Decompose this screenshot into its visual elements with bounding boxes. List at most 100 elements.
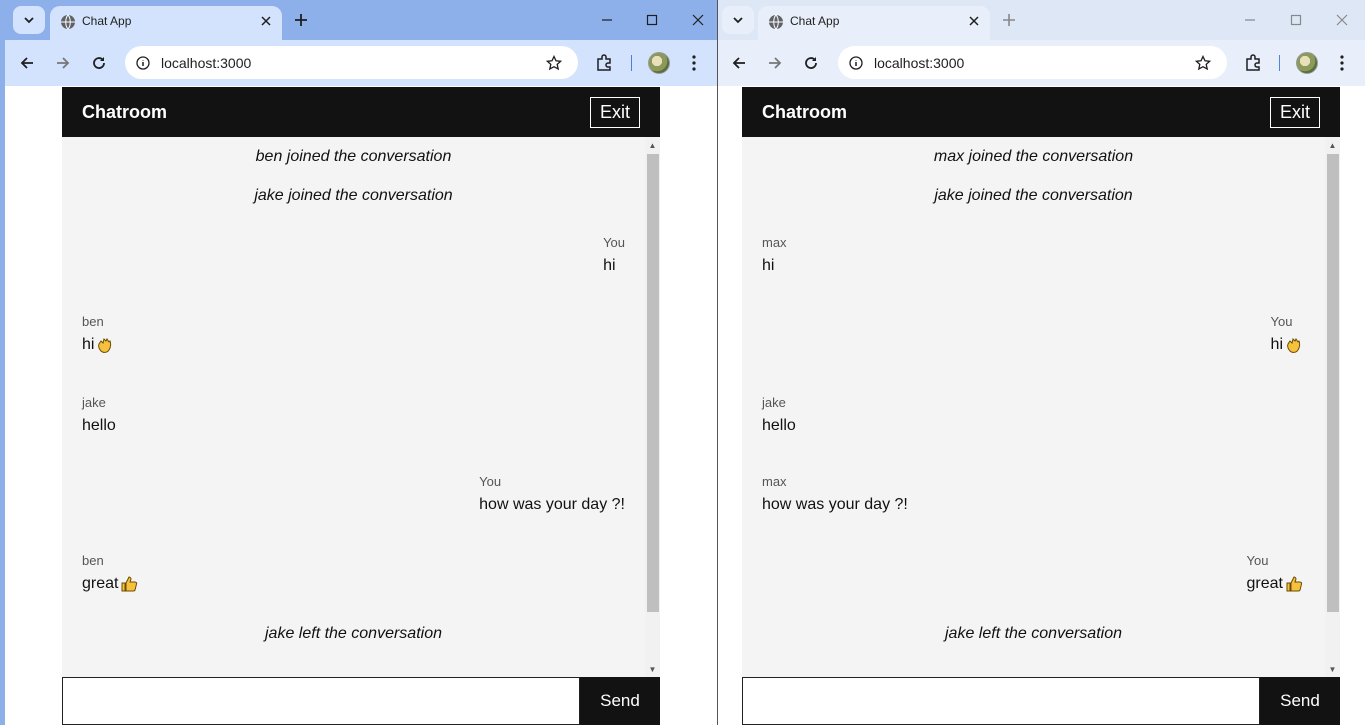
chat-message: jake hello [82,395,116,435]
maximize-button[interactable] [638,6,666,34]
message-text: how was your day ?! [762,496,908,514]
chat-message: ben hi [82,314,114,354]
maximize-icon [646,14,658,26]
scrollbar-thumb[interactable] [1327,154,1339,612]
system-message: max joined the conversation [933,148,1134,165]
message-text-content: great [1246,575,1283,592]
profile-avatar[interactable] [648,52,670,74]
globe-icon [769,14,783,30]
message-list[interactable]: max joined the conversation jake joined … [742,137,1325,677]
chat-message: You hi [1271,314,1303,354]
send-button[interactable]: Send [1260,677,1340,725]
message-text-content: hello [82,417,116,434]
tab-close-button[interactable] [964,11,984,31]
message-text: hello [82,417,116,435]
message-text: how was your day ?! [479,496,625,514]
tab-title: Chat App [790,14,840,28]
message-composer: Send [62,677,660,725]
browser-toolbar: localhost:3000 [5,40,717,86]
message-input[interactable] [62,677,580,725]
message-text: hi [1271,336,1303,354]
tab-title: Chat App [82,14,132,28]
plus-icon [1003,14,1015,26]
extensions-button[interactable] [1239,49,1267,77]
message-text: great [82,575,138,593]
back-button[interactable] [724,48,754,78]
puzzle-icon [597,54,611,71]
message-text: great [1247,575,1303,593]
url-text: localhost:3000 [161,55,252,71]
message-text: hi [82,336,114,354]
globe-icon [61,14,75,30]
reload-button[interactable] [84,48,114,78]
message-text: hi [762,257,787,275]
maximize-icon [1290,14,1302,26]
message-text-content: hi [82,336,95,353]
send-button[interactable]: Send [580,677,660,725]
message-input[interactable] [742,677,1260,725]
address-bar[interactable]: localhost:3000 [125,46,578,79]
scroll-up-arrow-icon[interactable]: ▲ [648,141,657,151]
message-text-content: how was your day ?! [762,496,908,513]
address-bar[interactable]: localhost:3000 [838,46,1227,79]
close-window-button[interactable] [684,6,712,34]
chat-app: Chatroom Exit max joined the conversatio… [742,87,1340,725]
message-text-content: how was your day ?! [479,496,625,513]
toolbar-separator [1279,55,1280,71]
tab-chat-app[interactable]: Chat App [50,6,282,40]
close-icon [261,16,271,26]
site-info-icon[interactable] [846,53,866,73]
maximize-button[interactable] [1282,6,1310,34]
profile-avatar[interactable] [1296,52,1318,74]
chat-message: You hi [603,235,625,275]
message-list[interactable]: ben joined the conversation jake joined … [62,137,645,677]
close-window-button[interactable] [1328,6,1356,34]
reload-button[interactable] [796,48,826,78]
system-message: jake joined the conversation [254,187,453,204]
system-message: jake left the conversation [265,625,442,642]
forward-button[interactable] [760,48,790,78]
scroll-down-arrow-icon[interactable]: ▼ [648,665,657,675]
thumbs-up-icon [121,576,138,592]
scrollbar[interactable]: ▲ ▼ [1325,137,1340,677]
message-text-content: hello [762,417,796,434]
scrollbar[interactable]: ▲ ▼ [645,137,660,677]
exit-button[interactable]: Exit [1270,97,1320,128]
system-message: ben joined the conversation [255,148,452,165]
scrollbar-thumb[interactable] [647,154,659,612]
tab-search-button[interactable] [722,6,754,34]
browser-menu-button[interactable] [1328,49,1356,77]
new-tab-button[interactable] [289,8,313,32]
tab-close-button[interactable] [256,11,276,31]
bookmark-star-button[interactable] [544,53,564,73]
extensions-button[interactable] [590,49,618,77]
puzzle-icon [1246,54,1260,71]
close-icon [1336,14,1348,26]
tab-chat-app[interactable]: Chat App [758,6,990,40]
system-message: jake joined the conversation [934,187,1133,204]
bookmark-star-button[interactable] [1193,53,1213,73]
tab-search-button[interactable] [13,6,45,34]
browser-menu-button[interactable] [680,49,708,77]
chat-message: You great [1247,553,1303,593]
minimize-button[interactable] [1236,6,1264,34]
message-composer: Send [742,677,1340,725]
back-button[interactable] [12,48,42,78]
browser-toolbar: localhost:3000 [718,40,1365,86]
info-icon [136,56,150,70]
chat-title: Chatroom [82,102,167,122]
site-info-icon[interactable] [133,53,153,73]
arrow-left-icon [732,57,745,69]
minimize-button[interactable] [593,6,621,34]
info-icon [849,56,863,70]
new-tab-button[interactable] [997,8,1021,32]
message-sender: You [1270,314,1293,329]
exit-button[interactable]: Exit [590,97,640,128]
minimize-icon [602,19,612,21]
scroll-up-arrow-icon[interactable]: ▲ [1328,141,1337,151]
message-sender: ben [82,553,104,568]
scroll-down-arrow-icon[interactable]: ▼ [1328,665,1337,675]
tab-strip: Chat App [5,0,717,40]
forward-button[interactable] [48,48,78,78]
arrow-right-icon [57,57,70,69]
